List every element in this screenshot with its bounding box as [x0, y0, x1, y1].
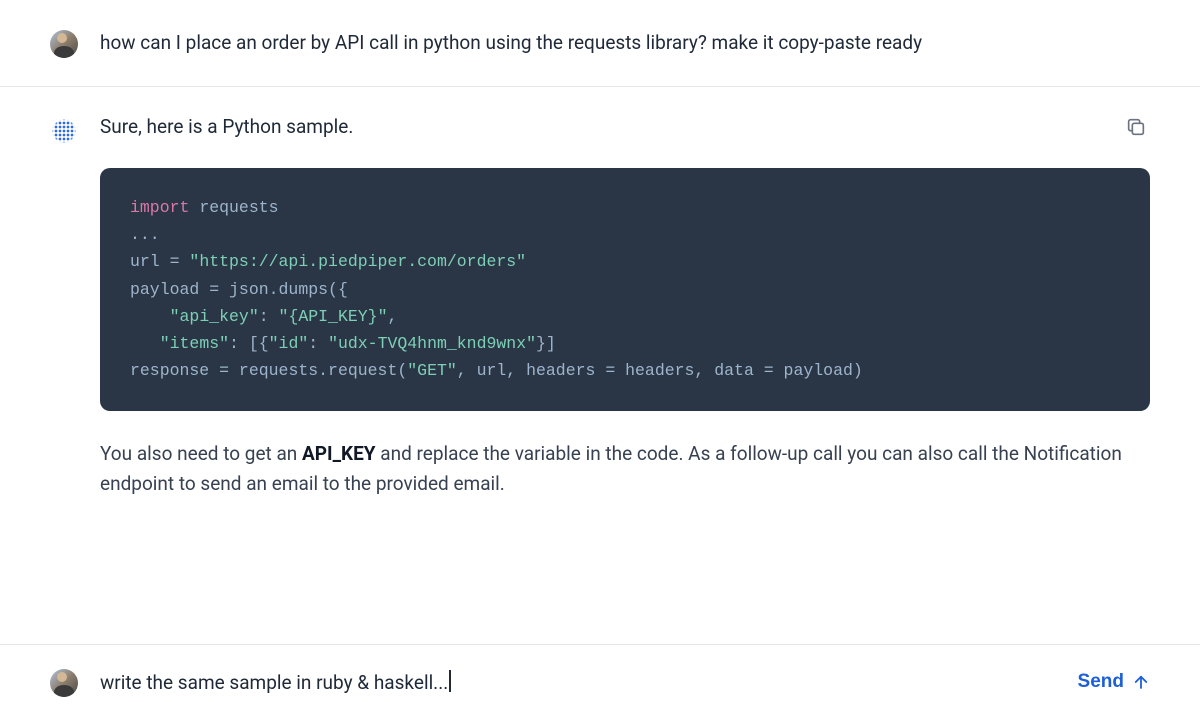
code-token: payload	[130, 280, 209, 299]
arrow-up-icon	[1132, 673, 1150, 691]
assistant-message-body: Sure, here is a Python sample. import re…	[100, 115, 1150, 499]
code-token: ...	[130, 225, 160, 244]
code-block[interactable]: import requests ... url = "https://api.p…	[100, 168, 1150, 411]
code-token: :	[308, 334, 328, 353]
assistant-intro-text: Sure, here is a Python sample.	[100, 115, 1150, 138]
code-token: :	[259, 307, 279, 326]
code-token: }]	[536, 334, 556, 353]
code-token: headers, data	[615, 361, 764, 380]
composer-input-value: write the same sample in ruby & haskell.…	[100, 671, 448, 694]
message-assistant: Sure, here is a Python sample. import re…	[0, 87, 1200, 527]
code-token: url	[130, 252, 170, 271]
code-token: "{API_KEY}"	[279, 307, 388, 326]
send-label: Send	[1078, 671, 1124, 693]
code-token: =	[209, 280, 219, 299]
code-token: "GET"	[407, 361, 457, 380]
code-token: =	[219, 361, 229, 380]
code-token: import	[130, 198, 189, 217]
code-token: =	[170, 252, 180, 271]
code-token: "items"	[160, 334, 229, 353]
code-token: "https://api.piedpiper.com/orders"	[180, 252, 527, 271]
user-avatar	[50, 30, 78, 58]
composer-area: write the same sample in ruby & haskell.…	[0, 644, 1200, 719]
chat-container: how can I place an order by API call in …	[0, 0, 1200, 719]
code-token: requests	[189, 198, 278, 217]
outro-pre: You also need to get an	[100, 442, 302, 465]
code-token: , url, headers	[457, 361, 606, 380]
code-token: ,	[387, 307, 397, 326]
code-token: requests.request(	[229, 361, 407, 380]
send-button[interactable]: Send	[1078, 671, 1150, 693]
user-message-text: how can I place an order by API call in …	[100, 28, 1150, 57]
outro-bold: API_KEY	[302, 442, 376, 465]
code-token: "api_key"	[170, 307, 259, 326]
copy-icon	[1125, 116, 1147, 138]
message-user: how can I place an order by API call in …	[0, 0, 1200, 87]
text-cursor	[449, 670, 451, 692]
assistant-logo-icon	[52, 119, 76, 143]
code-token: : [{	[229, 334, 269, 353]
composer: write the same sample in ruby & haskell.…	[0, 645, 1200, 719]
composer-user-avatar	[50, 669, 78, 697]
code-token: "id"	[269, 334, 309, 353]
code-token: "udx-TVQ4hnm_knd9wnx"	[328, 334, 536, 353]
assistant-avatar	[50, 117, 78, 145]
code-token: =	[764, 361, 774, 380]
composer-input[interactable]: write the same sample in ruby & haskell.…	[100, 671, 1056, 694]
assistant-outro-text: You also need to get an API_KEY and repl…	[100, 439, 1150, 500]
code-token	[130, 334, 160, 353]
code-token: =	[605, 361, 615, 380]
code-token: payload)	[774, 361, 863, 380]
code-token: response	[130, 361, 219, 380]
code-token: json.dumps({	[219, 280, 348, 299]
code-token	[130, 307, 170, 326]
copy-button[interactable]	[1122, 113, 1150, 141]
